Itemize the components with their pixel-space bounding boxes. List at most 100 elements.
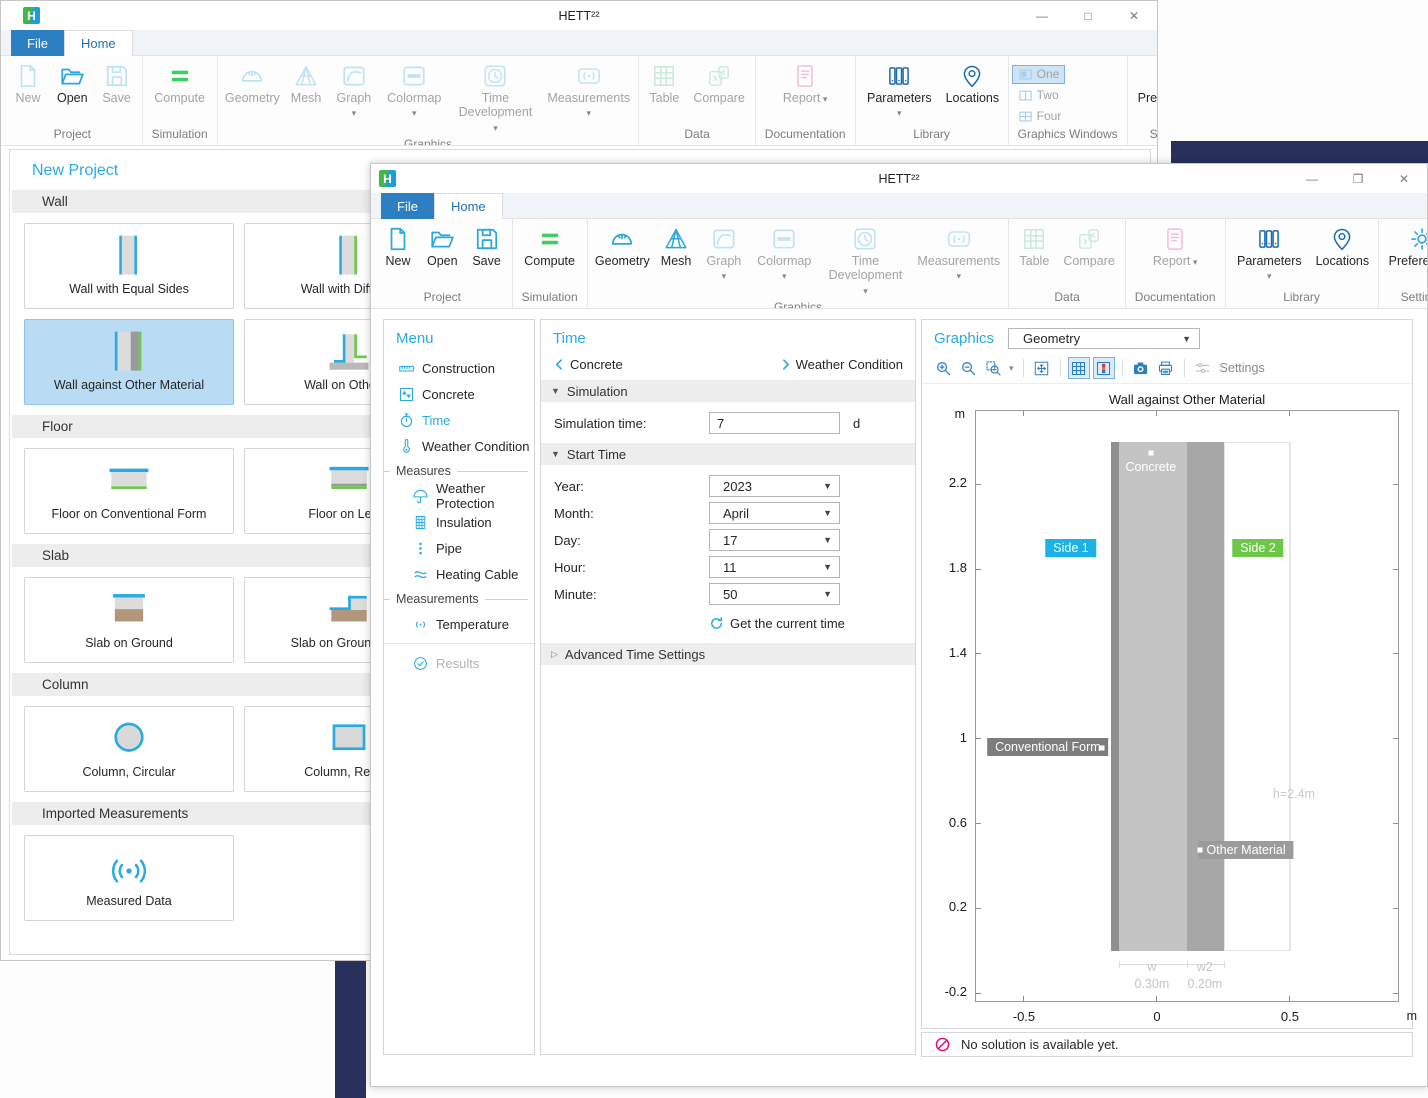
ribbon-button-geometry[interactable]: Geometry xyxy=(591,224,654,270)
ribbon-group-simulation: ComputeSimulation xyxy=(143,56,218,145)
year-select[interactable]: 2023▼ xyxy=(709,475,840,497)
ribbon-button-label: Mesh xyxy=(291,91,322,105)
menu-item-pipe[interactable]: Pipe xyxy=(384,535,534,561)
hour-select[interactable]: 11▼ xyxy=(709,556,840,578)
advanced-time-settings-label: Advanced Time Settings xyxy=(565,647,705,662)
ribbon-button-label: Locations xyxy=(946,91,1000,105)
minute-select[interactable]: 50▼ xyxy=(709,583,840,605)
chevron-down-icon: ▼ xyxy=(1182,334,1191,344)
ribbon-button-open[interactable]: Open xyxy=(420,224,465,270)
simulation-section-header[interactable]: ▼ Simulation xyxy=(541,380,915,402)
project-tile-wall-with-equal-sides[interactable]: Wall with Equal Sides xyxy=(24,223,234,309)
select-value: 11 xyxy=(723,560,737,575)
toolbar-grid-toggle-button[interactable] xyxy=(1068,357,1090,379)
ribbon-button-two: Two xyxy=(1012,86,1065,105)
ribbon-button-label: Save xyxy=(102,91,131,105)
ribbon-group-label: Graphics xyxy=(591,299,1006,309)
simulation-time-row: Simulation time: 7 d xyxy=(541,410,915,437)
toolbar-zoom-box-button[interactable] xyxy=(982,357,1004,379)
month-select[interactable]: April▼ xyxy=(709,502,840,524)
maximize-button[interactable]: □ xyxy=(1065,1,1111,30)
minimize-button[interactable]: — xyxy=(1289,164,1335,193)
close-button[interactable]: ✕ xyxy=(1381,164,1427,193)
ribbon-button-measurements: Measurements ▾ xyxy=(912,224,1005,285)
y-tick xyxy=(975,653,981,654)
mesh-icon xyxy=(663,226,689,252)
menu-item-concrete[interactable]: Concrete xyxy=(384,381,534,407)
get-current-time-button[interactable]: Get the current time xyxy=(709,616,915,631)
menu-item-weather-condition[interactable]: Weather Condition xyxy=(384,433,534,459)
front-window: H HETT²² — ❐ ✕ File Home NewOpenSaveProj… xyxy=(370,163,1428,1087)
concrete-icon xyxy=(398,386,415,403)
menu-item-heating-cable[interactable]: Heating Cable xyxy=(384,561,534,587)
ribbon-button-compute[interactable]: Compute xyxy=(517,224,582,270)
minimize-button[interactable]: — xyxy=(1019,1,1065,30)
advanced-time-settings-header[interactable]: ▷ Advanced Time Settings xyxy=(541,643,915,665)
day-select[interactable]: 17▼ xyxy=(709,529,840,551)
ribbon-group-items: Compute xyxy=(516,219,584,289)
ribbon-button-new: New xyxy=(6,61,50,107)
toolbar-snapshot-button[interactable] xyxy=(1130,357,1152,379)
y-tick xyxy=(1393,653,1399,654)
nav-prev-concrete[interactable]: Concrete xyxy=(553,357,623,372)
ribbon-button-label: Table xyxy=(1019,254,1049,268)
field-label: Year: xyxy=(554,479,584,494)
menu-item-time[interactable]: Time xyxy=(384,407,534,433)
ribbon-button-label: Graph xyxy=(337,91,372,105)
ribbon-button-label: Save xyxy=(472,254,501,268)
ribbon-button-save[interactable]: Save xyxy=(465,224,509,270)
toolbar-zoom-extents-button[interactable] xyxy=(1031,357,1053,379)
ribbon-button-label-wrap: Graph ▾ xyxy=(335,91,373,120)
ribbon-button-mesh: Mesh xyxy=(284,61,328,107)
graphics-view-select[interactable]: Geometry ▼ xyxy=(1008,328,1200,349)
ribbon-button-label: One xyxy=(1037,67,1060,81)
ribbon-button-preferences[interactable]: Preferences xyxy=(1382,224,1427,270)
menu-title: Menu xyxy=(384,320,534,349)
compare-icon xyxy=(1076,226,1102,252)
ribbon-button-mesh[interactable]: Mesh xyxy=(654,224,698,270)
tab-file[interactable]: File xyxy=(11,30,64,56)
ribbon-button-label-wrap: Preferences xyxy=(1138,91,1157,105)
restore-button[interactable]: ❐ xyxy=(1335,164,1381,193)
project-tile-wall-against-other-material[interactable]: Wall against Other Material xyxy=(24,319,234,405)
ribbon-group-documentation: Report ▾Documentation xyxy=(756,56,856,145)
project-tile-floor-on-conventional-form[interactable]: Floor on Conventional Form xyxy=(24,448,234,534)
ribbon-button-locations[interactable]: Locations xyxy=(1310,224,1375,270)
ribbon-button-parameters[interactable]: Parameters ▾ xyxy=(1229,224,1311,285)
tab-home[interactable]: Home xyxy=(434,193,503,219)
toolbar-zoom-in-button[interactable] xyxy=(932,357,954,379)
wall-outline-box xyxy=(1224,442,1290,951)
tab-file[interactable]: File xyxy=(381,193,434,219)
ribbon-button-preferences[interactable]: Preferences xyxy=(1131,61,1157,107)
ribbon-button-new[interactable]: New xyxy=(376,224,420,270)
project-tile-column-circular[interactable]: Column, Circular xyxy=(24,706,234,792)
close-button[interactable]: ✕ xyxy=(1111,1,1157,30)
menu-item-insulation[interactable]: Insulation xyxy=(384,509,534,535)
ribbon-button-locations[interactable]: Locations xyxy=(940,61,1005,107)
ribbon-button-label-wrap: Measurements ▾ xyxy=(917,254,1000,283)
graph-icon xyxy=(341,63,367,89)
annotation-h-2-4m: h=2.4m xyxy=(1273,787,1315,801)
y-tick xyxy=(975,823,981,824)
simulation-time-input[interactable]: 7 xyxy=(709,412,840,434)
y-tick xyxy=(975,569,981,570)
measurements-icon xyxy=(576,63,602,89)
ribbon-group-label: Library xyxy=(1229,289,1375,308)
ribbon-button-parameters[interactable]: Parameters ▾ xyxy=(859,61,941,122)
menu-item-temperature[interactable]: Temperature xyxy=(384,611,534,637)
measurements-icon xyxy=(946,226,972,252)
desktop-accent-bottom xyxy=(335,961,366,1098)
tab-home[interactable]: Home xyxy=(64,30,133,56)
ribbon-button-label: Locations xyxy=(1316,254,1370,268)
nav-next-weather-condition[interactable]: Weather Condition xyxy=(779,357,903,372)
ribbon-button-open[interactable]: Open xyxy=(50,61,95,107)
toolbar-print-button[interactable] xyxy=(1155,357,1177,379)
start-time-section-header[interactable]: ▼ Start Time xyxy=(541,443,915,465)
project-tile-measured-data[interactable]: Measured Data xyxy=(24,835,234,921)
toolbar-zoom-out-button[interactable] xyxy=(957,357,979,379)
toolbar-colorbar-toggle-button[interactable] xyxy=(1093,357,1115,379)
project-tile-slab-on-ground[interactable]: Slab on Ground xyxy=(24,577,234,663)
ribbon-button-label: Measurements xyxy=(917,254,1000,268)
menu-item-construction[interactable]: Construction xyxy=(384,355,534,381)
menu-item-weather-protection[interactable]: Weather Protection xyxy=(384,483,534,509)
